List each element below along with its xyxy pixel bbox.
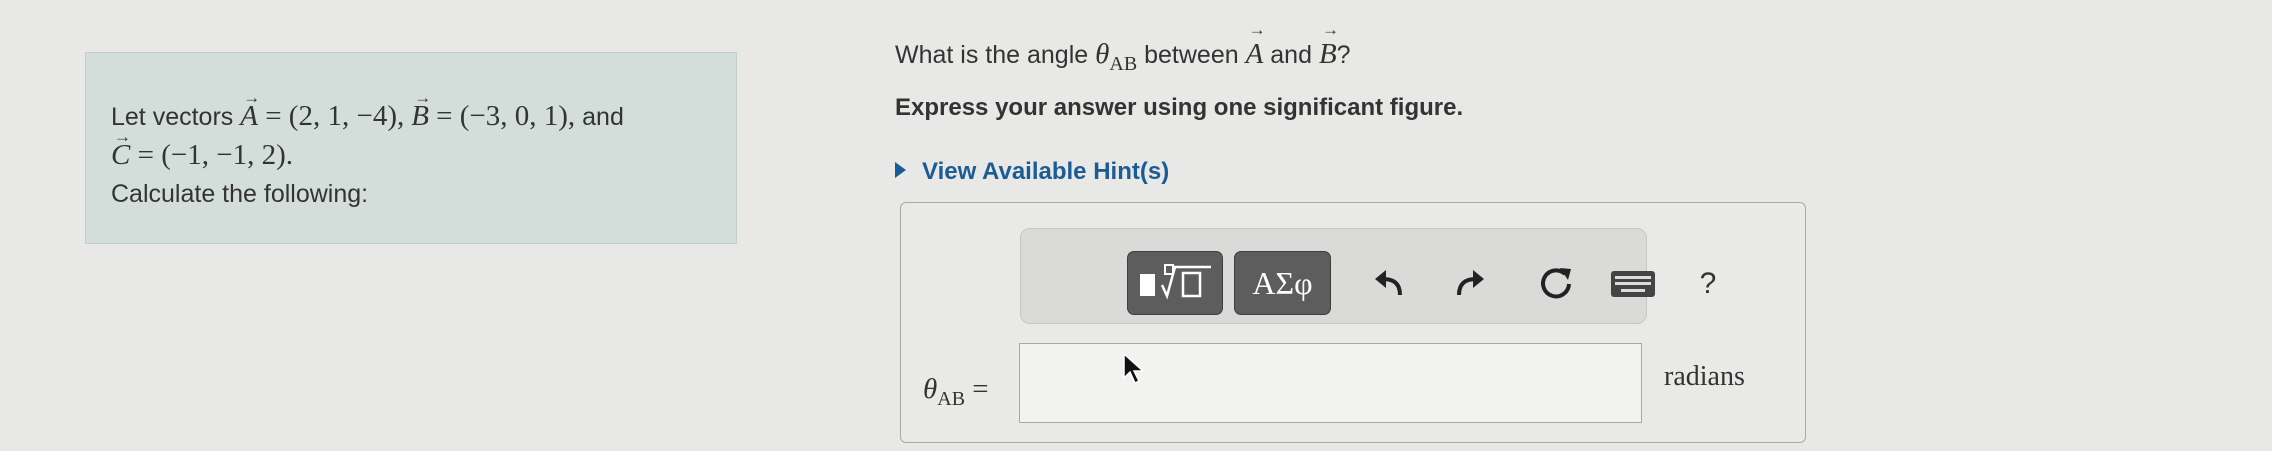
problem-statement: Let vectors A = (2, 1, −4), B = (−3, 0, … (85, 52, 737, 244)
vector-b-value: = (−3, 0, 1), (436, 100, 576, 132)
symbols-label: ΑΣφ (1252, 264, 1313, 301)
help-label: ? (1699, 267, 1717, 300)
answer-input[interactable] (1019, 343, 1642, 423)
vector-b-symbol: B (411, 79, 431, 135)
question-and-text: and (1270, 41, 1312, 69)
theta-ab-symbol: θAB (1095, 38, 1137, 75)
reset-icon[interactable] (1534, 259, 1578, 309)
question-text: What is the angle θAB between A and B? (895, 20, 1351, 76)
instruction-text: Calculate the following: (111, 180, 369, 208)
keyboard-icon[interactable] (1607, 259, 1659, 309)
redo-icon[interactable] (1448, 259, 1492, 309)
help-icon[interactable]: ? (1693, 259, 1723, 309)
vector-c-symbol: C (111, 118, 131, 174)
math-toolbar: ΑΣφ ? (1020, 228, 1716, 324)
vector-a-symbol: A (240, 79, 260, 135)
question-vector-b: B (1319, 20, 1339, 71)
question-mark: ? (1336, 41, 1351, 69)
answer-panel: ΑΣφ ? θAB = radians (900, 202, 1806, 443)
vector-a-value: = (2, 1, −4), (265, 100, 405, 132)
vector-c-math: C = (−1, −1, 2). (111, 118, 293, 174)
and-text: and (582, 103, 624, 131)
answer-instruction: Express your answer using one significan… (895, 94, 1464, 121)
templates-icon (1140, 264, 1211, 300)
templates-button[interactable] (1127, 251, 1223, 315)
question-prefix: What is the angle (895, 41, 1089, 69)
vector-b-math: B = (−3, 0, 1), (411, 79, 576, 135)
vector-c-value: = (−1, −1, 2). (137, 139, 293, 171)
answer-label-equals: = (972, 373, 989, 405)
mouse-cursor-icon (1123, 352, 1145, 385)
units-label: radians (1664, 361, 1745, 392)
view-hints-link[interactable]: View Available Hint(s) (895, 158, 1169, 186)
vector-a-math: A = (2, 1, −4), (240, 79, 405, 135)
between-text: between (1144, 41, 1239, 69)
vectors-definition-line: Let vectors A = (2, 1, −4), B = (−3, 0, … (111, 79, 736, 136)
answer-label-theta: θ (923, 373, 938, 405)
vector-c-line: C = (−1, −1, 2). (111, 118, 736, 175)
answer-label: θAB = (923, 373, 989, 411)
symbols-button[interactable]: ΑΣφ (1234, 251, 1331, 315)
undo-icon[interactable] (1367, 259, 1411, 309)
answer-label-subscript: AB (937, 387, 966, 410)
question-vector-a: A (1246, 20, 1266, 71)
expand-triangle-icon (895, 162, 906, 178)
theta-subscript: AB (1109, 52, 1138, 75)
theta-letter: θ (1095, 38, 1110, 70)
hint-label: View Available Hint(s) (922, 158, 1170, 185)
